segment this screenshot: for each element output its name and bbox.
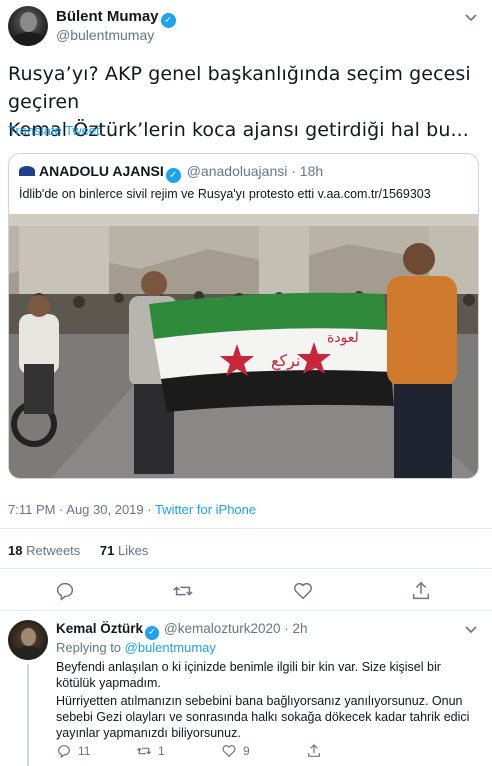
- tweet-source-link[interactable]: Twitter for iPhone: [155, 502, 256, 517]
- replying-prefix: Replying to: [56, 640, 125, 655]
- reply-paragraph-1: Beyfendi anlaşılan o ki içinizde benimle…: [56, 660, 441, 690]
- avatar-head: [20, 12, 37, 32]
- tweet-timestamp[interactable]: 7:11 PM · Aug 30, 2019 ·: [8, 502, 155, 517]
- chevron-down-icon[interactable]: [464, 12, 478, 26]
- author-name-row[interactable]: Bülent Mumay ✓: [56, 8, 176, 28]
- verified-icon: ✓: [165, 168, 181, 183]
- quoted-time: 18h: [299, 163, 324, 179]
- retweets-label: Retweets: [26, 543, 81, 558]
- like-icon: [222, 745, 236, 758]
- reply-reply-button[interactable]: 11: [56, 743, 90, 759]
- reply-retweet-button[interactable]: 1: [136, 743, 165, 759]
- likes-stat[interactable]: 71 Likes: [100, 543, 148, 558]
- protest-photo-illustration: لن نركع لعودة: [9, 214, 478, 478]
- replying-to: Replying to @bulentmumay: [56, 640, 216, 655]
- anadolu-logo-icon: [19, 166, 35, 176]
- quoted-tweet-photo[interactable]: لن نركع لعودة: [9, 214, 478, 478]
- verified-icon: ✓: [160, 13, 176, 28]
- reply-text: Beyfendi anlaşılan o ki içinizde benimle…: [56, 659, 476, 743]
- author-avatar[interactable]: [8, 6, 48, 46]
- quoted-author-name: ANADOLU AJANSI: [39, 163, 164, 179]
- reply-author-avatar[interactable]: [8, 620, 48, 660]
- flag-text-1: لن نركع: [271, 351, 323, 371]
- translate-tweet-link[interactable]: Translate Tweet: [8, 123, 100, 138]
- reply-author-name[interactable]: Kemal Öztürk: [56, 621, 143, 636]
- retweets-count: 18: [8, 543, 23, 558]
- quoted-author-handle: @anadoluajansi: [186, 163, 288, 179]
- tweet-actions: [0, 580, 492, 604]
- reply-author-handle[interactable]: @kemalozturk2020: [164, 621, 281, 636]
- divider: [0, 610, 492, 611]
- reply-like-count: 9: [243, 744, 250, 758]
- retweet-icon[interactable]: [172, 580, 196, 604]
- like-icon[interactable]: [292, 580, 316, 604]
- reply-like-button[interactable]: 9: [221, 743, 250, 759]
- retweet-icon: [136, 747, 152, 755]
- quoted-tweet-text: İdlib'de on binlerce sivil rejim ve Rusy…: [19, 187, 431, 201]
- avatar-head: [21, 628, 36, 646]
- reply-separator: ·: [280, 621, 293, 636]
- likes-count: 71: [99, 543, 115, 558]
- share-icon[interactable]: [410, 580, 434, 604]
- tweet-stats: 18 Retweets 71 Likes: [8, 543, 148, 558]
- flag-text-2: لعودة: [327, 330, 359, 346]
- reply-paragraph-2: Hürriyetten atılmanızın sebebini bana ba…: [56, 694, 470, 740]
- author-name[interactable]: Bülent Mumay: [56, 8, 159, 25]
- reply-retweet-count: 1: [158, 744, 165, 758]
- reply-share-button[interactable]: [306, 743, 322, 759]
- reply-reply-count: 11: [78, 744, 91, 758]
- replying-handle-link[interactable]: @bulentmumay: [125, 640, 216, 655]
- quoted-tweet-header: ANADOLU AJANSI ✓ @anadoluajansi · 18h: [19, 163, 323, 183]
- reply-icon[interactable]: [54, 580, 78, 604]
- chevron-down-icon[interactable]: [464, 624, 478, 638]
- avatar-body: [12, 32, 45, 46]
- divider: [0, 528, 492, 529]
- tweet-timestamp-row: 7:11 PM · Aug 30, 2019 · Twitter for iPh…: [8, 502, 256, 517]
- reply-actions: 11 1 9: [56, 743, 476, 761]
- syrian-opposition-flag: لن نركع لعودة: [149, 292, 394, 412]
- reply-time[interactable]: 2h: [293, 621, 308, 636]
- avatar-body: [13, 646, 43, 660]
- tweet-text-line-1: Rusya’yı? AKP genel başkanlığında seçim …: [8, 63, 471, 113]
- thread-line: [27, 664, 29, 766]
- reply-header: Kemal Öztürk ✓ @kemalozturk2020 · 2h: [56, 621, 308, 640]
- quoted-separator: ·: [287, 163, 300, 179]
- quoted-tweet-card[interactable]: ANADOLU AJANSI ✓ @anadoluajansi · 18h İdli…: [8, 153, 479, 479]
- likes-label: Likes: [118, 543, 149, 558]
- verified-icon: ✓: [145, 626, 160, 640]
- retweets-stat[interactable]: 18 Retweets: [8, 543, 80, 558]
- share-icon: [308, 744, 320, 757]
- author-handle[interactable]: @bulentmumay: [56, 27, 154, 43]
- reply-icon: [58, 745, 70, 759]
- divider: [0, 568, 492, 569]
